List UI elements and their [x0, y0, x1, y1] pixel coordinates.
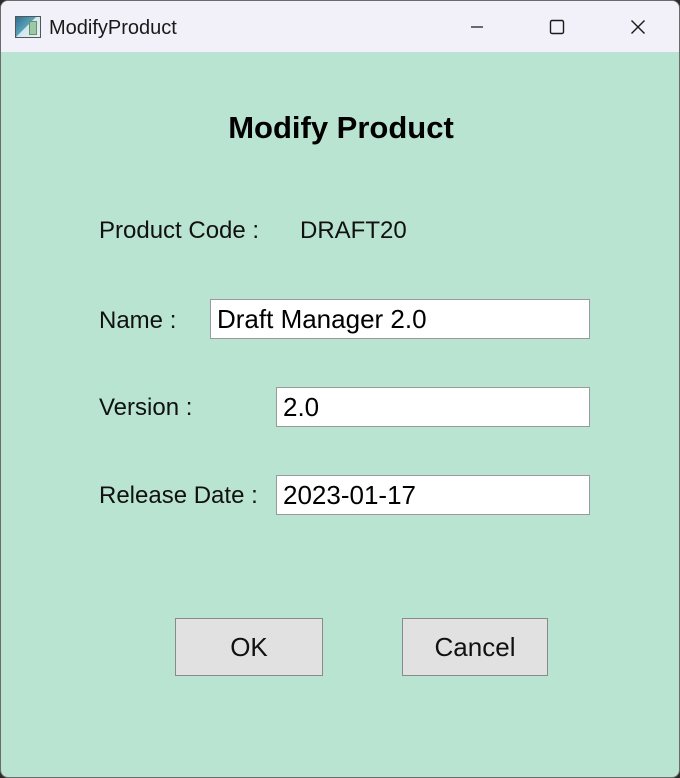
ok-button[interactable]: OK — [175, 618, 323, 676]
product-code-label: Product Code : — [99, 217, 260, 244]
release-date-label: Release Date : — [99, 482, 258, 509]
close-button[interactable] — [598, 1, 678, 52]
minimize-button[interactable] — [437, 1, 517, 52]
close-icon — [631, 19, 645, 34]
maximize-icon — [549, 19, 565, 34]
app-icon — [15, 16, 41, 38]
name-label: Name : — [99, 307, 177, 334]
maximize-button[interactable] — [517, 1, 597, 52]
minimize-icon — [471, 25, 483, 28]
title-bar[interactable]: ModifyProduct — [1, 1, 679, 52]
window-title: ModifyProduct — [49, 17, 177, 39]
release-date-input[interactable] — [276, 475, 590, 515]
version-input[interactable] — [276, 387, 590, 427]
modify-product-window: ModifyProduct Modify Product Product Cod… — [0, 0, 680, 778]
cancel-button[interactable]: Cancel — [402, 618, 548, 676]
product-code-value: DRAFT20 — [300, 217, 407, 244]
name-input[interactable] — [210, 299, 590, 339]
version-label: Version : — [99, 394, 193, 421]
form-heading: Modify Product — [228, 110, 454, 145]
